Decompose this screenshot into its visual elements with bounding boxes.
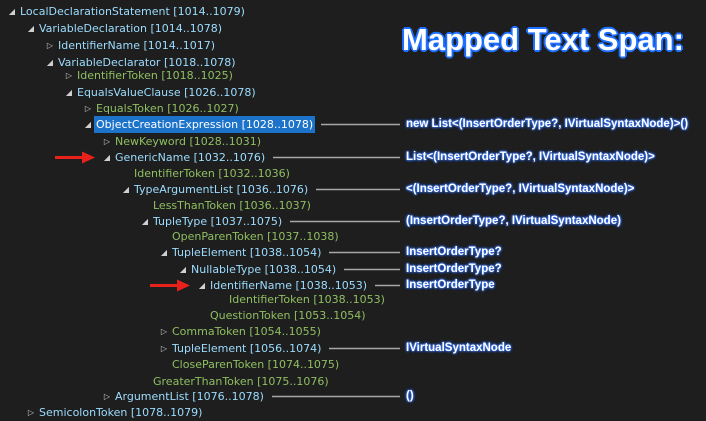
expanded-triangle-icon[interactable]: ◢ [44,54,56,71]
expanded-triangle-icon[interactable]: ◢ [82,116,94,133]
collapsed-triangle-icon[interactable]: ▷ [101,388,113,405]
mapped-span-text: (InsertOrderType?, IVirtualSyntaxNode) [406,215,621,227]
tree-node-label[interactable]: IdentifierToken [1018..1025) [75,67,235,84]
collapsed-triangle-icon[interactable]: ▷ [158,323,170,340]
tree-row[interactable]: ▷ NewKeyword [1028..1031) [101,133,263,150]
tree-node-label[interactable]: EqualsValueClause [1026..1078) [75,84,258,101]
mapped-span-text: List<(InsertOrderType?, IVirtualSyntaxNo… [406,151,655,163]
tree-row[interactable]: ▷ EqualsToken [1026..1027) [82,100,241,117]
collapsed-triangle-icon[interactable]: ▷ [158,340,170,357]
tree-node-label[interactable]: TypeArgumentList [1036..1076) [132,181,310,198]
collapsed-triangle-icon[interactable]: ▷ [63,67,75,84]
tree-row[interactable]: ▷ CommaToken [1054..1055) [158,323,323,340]
mapped-text-span-heading: Mapped Text Span: [402,22,684,57]
tree-node-label[interactable]: LocalDeclarationStatement [1014..1079) [18,3,247,20]
expanded-triangle-icon[interactable]: ◢ [101,149,113,166]
tree-row[interactable]: ◢ TypeArgumentList [1036..1076) [120,181,310,198]
mapped-span-text: new List<(InsertOrderType?, IVirtualSynt… [406,118,689,130]
collapsed-triangle-icon[interactable]: ▷ [101,133,113,150]
tree-row[interactable]: ◢ NullableType [1038..1054) [177,261,338,278]
tree-node-label[interactable]: CommaToken [1054..1055) [170,323,323,340]
expanded-triangle-icon[interactable]: ◢ [6,3,18,20]
expanded-triangle-icon[interactable]: ◢ [158,244,170,261]
tree-row[interactable]: ◢ VariableDeclaration [1014..1078) [25,20,224,37]
tree-node-label[interactable]: QuestionToken [1053..1054) [208,307,368,324]
collapsed-triangle-icon[interactable]: ▷ [25,404,37,421]
tree-row[interactable]: ◢ TupleElement [1038..1054) [158,244,323,261]
tree-node-label[interactable]: OpenParenToken [1037..1038) [170,228,341,245]
tree-row[interactable]: LessThanToken [1036..1037) [139,197,313,214]
tree-node-label[interactable]: EqualsToken [1026..1027) [94,100,241,117]
tree-node-label[interactable]: ArgumentList [1076..1078) [113,388,266,405]
mapped-span-text: InsertOrderType? [406,263,502,275]
mapped-span-text: () [406,390,414,402]
syntax-tree: ◢ LocalDeclarationStatement [1014..1079) ◢… [0,0,706,419]
expanded-triangle-icon[interactable]: ◢ [139,213,151,230]
tree-row[interactable]: ◢ LocalDeclarationStatement [1014..1079) [6,3,247,20]
tree-row[interactable]: CloseParenToken [1074..1075) [158,356,341,373]
expanded-triangle-icon[interactable]: ◢ [177,261,189,278]
expanded-triangle-icon[interactable]: ◢ [63,84,75,101]
tree-row[interactable]: OpenParenToken [1037..1038) [158,228,341,245]
mapped-span-text: <(InsertOrderType?, IVirtualSyntaxNode)> [406,183,635,195]
tree-node-label[interactable]: IdentifierName [1014..1017) [56,37,217,54]
tree-row[interactable]: ▷ IdentifierToken [1018..1025) [63,67,235,84]
tree-row[interactable]: ◢ GenericName [1032..1076) [101,149,267,166]
tree-node-label[interactable]: NullableType [1038..1054) [189,261,338,278]
mapped-span-text: InsertOrderType? [406,246,502,258]
tree-node-label[interactable]: TupleElement [1038..1054) [170,244,323,261]
tree-node-label[interactable]: IdentifierToken [1038..1053) [227,291,387,308]
tree-node-label[interactable]: IdentifierToken [1032..1036) [132,165,292,182]
tree-node-label-selected[interactable]: ObjectCreationExpression [1028..1078) [94,116,316,133]
expanded-triangle-icon[interactable]: ◢ [25,20,37,37]
tree-node-label[interactable]: CloseParenToken [1074..1075) [170,356,341,373]
tree-row[interactable]: ▷ TupleElement [1056..1074) [158,340,323,357]
tree-node-label[interactable]: TupleElement [1056..1074) [170,340,323,357]
expanded-triangle-icon[interactable]: ◢ [196,277,208,294]
tree-row[interactable]: ◢ EqualsValueClause [1026..1078) [63,84,258,101]
tree-node-label[interactable]: SemicolonToken [1078..1079) [37,404,204,421]
tree-row[interactable]: QuestionToken [1053..1054) [196,307,368,324]
collapsed-triangle-icon[interactable]: ▷ [44,37,56,54]
tree-node-label[interactable]: NewKeyword [1028..1031) [113,133,263,150]
collapsed-triangle-icon[interactable]: ▷ [82,100,94,117]
tree-row[interactable]: IdentifierToken [1038..1053) [215,291,387,308]
tree-row[interactable]: ◢ ObjectCreationExpression [1028..1078) [82,116,316,133]
tree-row[interactable]: ▷ ArgumentList [1076..1078) [101,388,266,405]
mapped-span-text: InsertOrderType [406,279,495,291]
tree-node-label[interactable]: VariableDeclaration [1014..1078) [37,20,224,37]
tree-row[interactable]: IdentifierToken [1032..1036) [120,165,292,182]
tree-row[interactable]: ▷ SemicolonToken [1078..1079) [25,404,204,421]
mapped-span-text: IVirtualSyntaxNode [406,342,512,354]
expanded-triangle-icon[interactable]: ◢ [120,181,132,198]
tree-row[interactable]: ▷ IdentifierName [1014..1017) [44,37,217,54]
tree-node-label[interactable]: GenericName [1032..1076) [113,149,267,166]
tree-node-label[interactable]: LessThanToken [1036..1037) [151,197,313,214]
